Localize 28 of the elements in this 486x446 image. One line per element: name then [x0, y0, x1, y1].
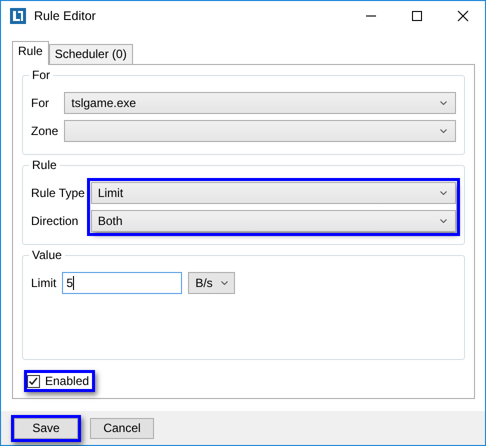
field-label: Limit — [31, 275, 56, 292]
chevron-icon — [220, 281, 228, 285]
dropdown[interactable]: tslgame.exe — [64, 92, 456, 114]
group-title: Value — [29, 248, 65, 262]
tab[interactable]: Rule — [12, 41, 49, 65]
maximize-icon[interactable] — [411, 10, 423, 22]
dropdown[interactable]: Limit — [90, 182, 456, 204]
field-label: For — [31, 95, 50, 112]
chevron-icon — [440, 129, 447, 133]
limit-input[interactable]: 5 — [62, 272, 182, 294]
app-icon — [10, 8, 26, 24]
unit-dropdown[interactable]: B/s — [188, 272, 235, 294]
checkbox-label: Enabled — [45, 374, 90, 388]
group-title: Rule — [29, 158, 60, 172]
window-title: Rule Editor — [34, 9, 96, 23]
chevron-icon — [440, 191, 447, 195]
close-icon[interactable] — [457, 10, 469, 22]
field-label: Direction — [31, 213, 80, 230]
chevron-icon — [440, 101, 447, 105]
dropdown[interactable]: Both — [90, 210, 456, 232]
checkbox[interactable] — [27, 374, 40, 388]
field-label: Rule Type — [31, 185, 85, 202]
chevron-icon — [440, 219, 447, 223]
dialog-button[interactable]: Cancel — [90, 418, 154, 438]
tab[interactable]: Scheduler (0) — [48, 44, 133, 64]
dialog-button[interactable]: Save — [14, 418, 78, 438]
field-label: Zone — [31, 123, 58, 140]
group-title: For — [29, 68, 53, 82]
